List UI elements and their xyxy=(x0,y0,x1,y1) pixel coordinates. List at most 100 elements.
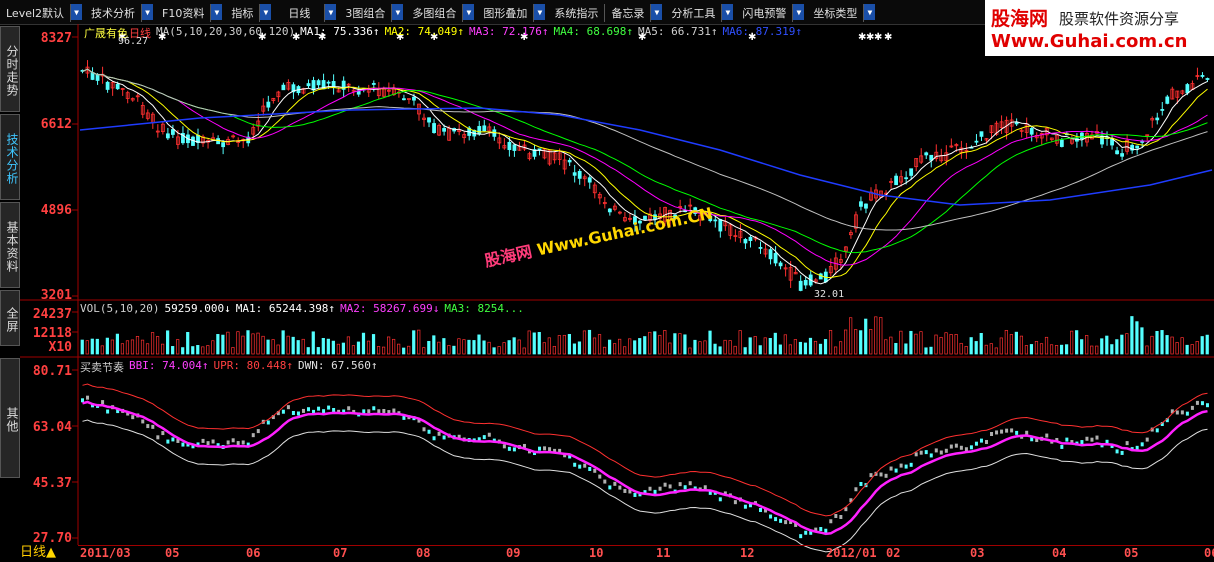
indicator-legend: 买卖节奏 BBI: 74.004↑ UPR: 80.448↑ DWN: 67.5… xyxy=(80,359,382,374)
volume-bar xyxy=(658,334,662,355)
volume-bar xyxy=(572,343,577,355)
volume-bar xyxy=(894,342,898,355)
bbi-line xyxy=(82,400,1208,536)
indicator-bar xyxy=(663,482,667,487)
indicator-bar xyxy=(1115,449,1119,454)
volume-bar xyxy=(944,332,948,355)
volume-bar xyxy=(296,340,300,355)
volume-bar xyxy=(929,346,933,355)
volume-bar xyxy=(85,340,89,355)
ma2-value: MA2: 74.049↑ xyxy=(384,25,465,38)
indicator-bar xyxy=(919,450,923,455)
candle-body xyxy=(713,219,718,222)
volume-bar xyxy=(191,346,195,355)
candle-body xyxy=(1014,122,1019,125)
volume-bar xyxy=(90,338,94,355)
indicator-bar xyxy=(904,464,908,469)
vol-ma3: MA3: 8254... xyxy=(444,302,524,315)
indicator-bar xyxy=(889,466,893,471)
volume-bar xyxy=(1059,344,1064,355)
volume-bar xyxy=(874,316,878,355)
volume-bar xyxy=(412,330,416,355)
candle-body xyxy=(743,239,748,244)
volume-bar xyxy=(758,345,762,355)
volume-bar xyxy=(939,336,943,355)
volume-bar xyxy=(105,337,109,355)
volume-bar xyxy=(743,347,747,355)
indicator-bar xyxy=(206,441,210,446)
price-y-label: 8327 xyxy=(40,31,72,46)
candle-body xyxy=(1135,145,1140,149)
low-marker: 32.01 xyxy=(814,289,845,300)
volume-bar xyxy=(889,336,893,355)
indicator-bar xyxy=(266,420,270,425)
price-y-label: 6612 xyxy=(40,117,72,132)
vol-params[interactable]: VOL(5,10,20) xyxy=(80,302,159,316)
volume-bar xyxy=(366,340,371,355)
volume-bar xyxy=(1160,330,1164,355)
candle-body xyxy=(221,142,226,148)
kline-chart[interactable]: ✱ ✱ ✱ ✱ ✱ ✱ ✱ ✱ ✱ ✱ ✱ ✱ ✱ ✱ xyxy=(0,0,1214,561)
volume-bar xyxy=(115,333,120,355)
indicator-name[interactable]: 买卖节奏 xyxy=(80,359,124,374)
indicator-bar xyxy=(598,474,602,479)
volume-bar xyxy=(341,342,346,355)
candle-body xyxy=(798,280,803,291)
indicator-bar xyxy=(990,432,994,437)
volume-bar xyxy=(582,330,587,355)
candle-body xyxy=(266,101,271,108)
indicator-bar xyxy=(653,489,657,494)
volume-bar xyxy=(326,338,330,355)
volume-bar xyxy=(1200,336,1204,355)
volume-bar xyxy=(618,338,622,355)
volume-bar xyxy=(261,335,265,355)
ma-params[interactable]: MA(5,10,20,30,60,120) xyxy=(156,25,295,39)
volume-bar xyxy=(728,340,732,355)
volume-bar xyxy=(447,345,451,355)
volume-bar xyxy=(1049,344,1054,355)
indicator-bar xyxy=(241,440,245,445)
volume-bar xyxy=(452,345,456,355)
volume-bar xyxy=(914,333,918,355)
volume-bar xyxy=(773,332,777,355)
volume-bar xyxy=(964,346,968,355)
candle-body xyxy=(1120,153,1124,157)
x-label: 2011/03 xyxy=(80,546,131,560)
volume-bar xyxy=(869,329,873,355)
indicator-bar xyxy=(327,405,331,410)
x-label: 11 xyxy=(656,546,671,560)
indicator-bar xyxy=(372,406,376,411)
indicator-bar xyxy=(166,439,170,444)
indicator-bar xyxy=(603,479,607,484)
volume-bar xyxy=(643,336,647,355)
x-axis: 2011/03 05 06 07 08 09 10 11 12 2012/01 … xyxy=(78,545,1214,562)
indicator-bar xyxy=(1010,428,1014,433)
volume-bar xyxy=(517,339,521,355)
volume-bar xyxy=(542,342,546,355)
volume-bar xyxy=(1165,335,1169,355)
candle-body xyxy=(1059,139,1064,147)
candle-body xyxy=(577,170,582,179)
indicator-bar xyxy=(633,492,637,497)
volume-bar xyxy=(698,341,702,355)
volume-bar xyxy=(497,346,501,355)
x-label: 05 xyxy=(165,546,180,560)
candle-body xyxy=(607,208,612,213)
period-selector[interactable]: 日线▲ xyxy=(20,545,76,561)
indicator-bar xyxy=(367,409,371,414)
volume-bar xyxy=(803,342,808,355)
volume-y-label: 24237 xyxy=(32,307,72,322)
indicator-bar xyxy=(211,439,215,444)
volume-bar xyxy=(502,342,506,355)
volume-bar xyxy=(1024,345,1029,355)
price-y-label: 4896 xyxy=(40,203,72,218)
indicator-bar xyxy=(1045,433,1049,438)
volume-bar xyxy=(171,346,175,355)
volume-bar xyxy=(281,330,285,355)
indicator-bar xyxy=(854,487,858,492)
indicator-bar xyxy=(804,530,808,535)
volume-bar xyxy=(135,336,140,355)
volume-bar xyxy=(95,338,99,355)
volume-bar xyxy=(557,335,561,355)
volume-bar xyxy=(537,332,541,355)
